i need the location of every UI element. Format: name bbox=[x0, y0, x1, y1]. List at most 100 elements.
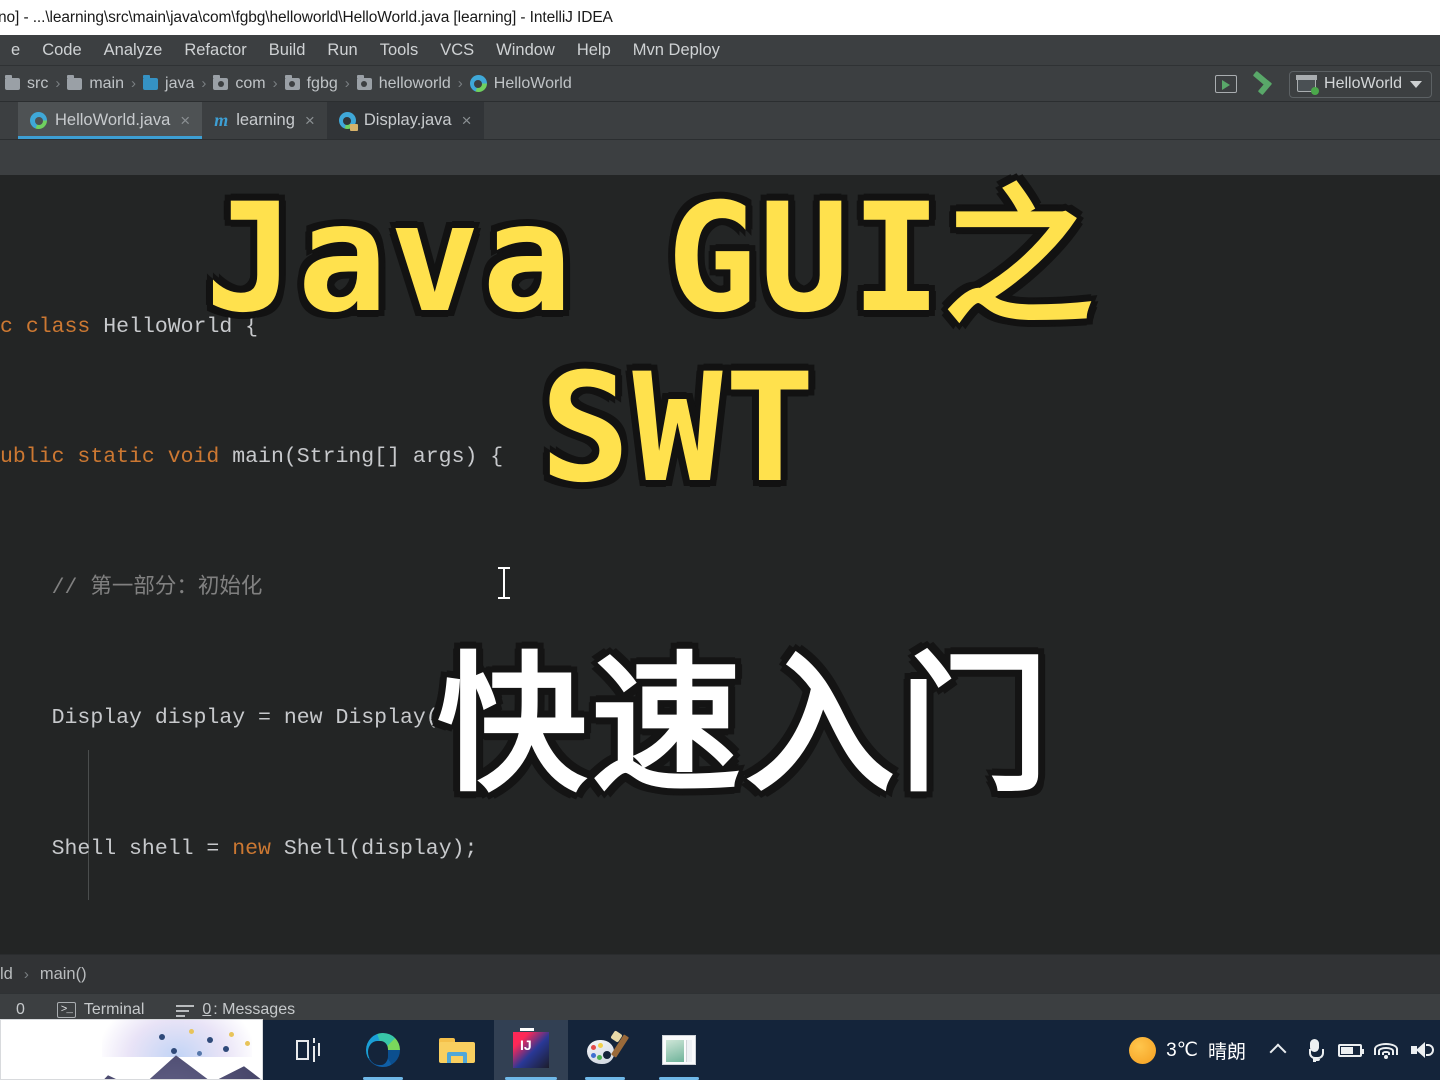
bottom-breadcrumb: ld › main() bbox=[0, 954, 1440, 993]
menu-item-help[interactable]: Help bbox=[566, 38, 622, 63]
weather-temperature: 3℃ bbox=[1166, 1039, 1198, 1061]
preview-glow bbox=[102, 1020, 252, 1057]
breadcrumb-label: main bbox=[89, 74, 125, 92]
breadcrumb-item-fgbg[interactable]: fgbg bbox=[280, 74, 343, 93]
taskbar-item-file-explorer[interactable] bbox=[420, 1020, 494, 1080]
code-line: Shell shell = new Shell(display); bbox=[51, 836, 478, 861]
paint-icon bbox=[587, 1030, 630, 1066]
navigation-bar: src › main › java › com › fgbg › hellowo… bbox=[0, 66, 1440, 102]
code-line: ublic static void main(String[] args) { bbox=[0, 445, 504, 469]
taskbar-icons bbox=[272, 1020, 716, 1080]
hammer-icon[interactable] bbox=[1251, 73, 1275, 95]
tab-label: HelloWorld.java bbox=[55, 111, 171, 129]
menu-item-analyze[interactable]: Analyze bbox=[93, 38, 174, 63]
tool-window-partial-label: 0 bbox=[16, 1001, 25, 1018]
breadcrumb-item-java[interactable]: java bbox=[138, 74, 199, 93]
tray-wifi[interactable] bbox=[1368, 1020, 1404, 1080]
folder-icon bbox=[67, 74, 83, 90]
breadcrumb-label: src bbox=[27, 74, 49, 92]
window-title-text: no] - ...\learning\src\main\java\com\fgb… bbox=[0, 8, 613, 26]
tab-label: Display.java bbox=[363, 111, 452, 129]
menu-item-file[interactable]: e bbox=[0, 38, 31, 63]
weather-widget[interactable]: 3℃ 晴朗 bbox=[1115, 1036, 1260, 1064]
run-config-label: HelloWorld bbox=[1324, 75, 1402, 92]
close-icon[interactable]: × bbox=[180, 111, 190, 131]
package-icon bbox=[284, 74, 300, 90]
intellij-window: e Code Analyze Refactor Build Run Tools … bbox=[0, 35, 1440, 1055]
tab-display-java[interactable]: Display.java × bbox=[326, 102, 484, 139]
menu-item-window[interactable]: Window bbox=[485, 38, 566, 63]
tab-learning[interactable]: m learning × bbox=[202, 102, 327, 139]
close-icon[interactable]: × bbox=[462, 111, 472, 131]
code-editor[interactable]: c class HelloWorld { ublic static void m… bbox=[0, 175, 1440, 954]
run-config-icon bbox=[1296, 75, 1320, 95]
tool-window-partial[interactable]: 0 bbox=[0, 1001, 41, 1019]
task-view-icon bbox=[296, 1038, 322, 1062]
taskbar-item-task-view[interactable] bbox=[272, 1020, 346, 1080]
code-line: // 第一部分：初始化 bbox=[51, 575, 263, 600]
breadcrumb-item-helloworld[interactable]: helloworld bbox=[352, 74, 456, 93]
folder-blue-icon bbox=[143, 74, 159, 90]
code-line: c class HelloWorld { bbox=[0, 314, 259, 339]
taskbar-item-edge[interactable] bbox=[346, 1020, 420, 1080]
package-icon bbox=[213, 74, 229, 90]
close-icon[interactable]: × bbox=[305, 111, 315, 131]
menu-item-run[interactable]: Run bbox=[316, 38, 368, 63]
speaker-icon bbox=[1411, 1041, 1434, 1059]
java-class-icon bbox=[30, 112, 47, 129]
tray-battery[interactable] bbox=[1332, 1020, 1368, 1080]
java-class-icon bbox=[469, 75, 487, 92]
breadcrumb-separator: › bbox=[201, 75, 207, 92]
maven-icon: m bbox=[214, 110, 229, 130]
bottom-breadcrumb-class[interactable]: ld bbox=[0, 965, 13, 984]
wifi-icon bbox=[1374, 1041, 1398, 1059]
menu-item-vcs[interactable]: VCS bbox=[429, 38, 485, 63]
tool-window-messages[interactable]: 0 : Messages bbox=[160, 1001, 311, 1019]
breadcrumb-item-com[interactable]: com bbox=[208, 74, 270, 93]
breadcrumb-item-class[interactable]: HelloWorld bbox=[465, 75, 577, 93]
taskbar-item-paint[interactable] bbox=[568, 1020, 642, 1080]
tray-icon-group bbox=[1260, 1020, 1440, 1080]
menu-item-code[interactable]: Code bbox=[31, 38, 92, 63]
tray-volume[interactable] bbox=[1404, 1020, 1440, 1080]
sun-icon bbox=[1129, 1036, 1157, 1064]
breadcrumb-separator: › bbox=[344, 75, 350, 92]
menu-item-build[interactable]: Build bbox=[258, 38, 317, 63]
tray-microphone[interactable] bbox=[1296, 1020, 1332, 1080]
window-preview-thumbnail[interactable] bbox=[0, 1019, 263, 1080]
breadcrumb-separator: › bbox=[55, 75, 61, 92]
menu-item-tools[interactable]: Tools bbox=[369, 38, 430, 63]
taskbar-item-window-app[interactable] bbox=[642, 1020, 716, 1080]
microphone-icon bbox=[1308, 1039, 1324, 1062]
toolbar-right: HelloWorld bbox=[1215, 66, 1432, 102]
chevron-up-icon bbox=[1269, 1043, 1287, 1061]
breadcrumb-item-main[interactable]: main bbox=[62, 74, 129, 93]
java-class-locked-icon bbox=[338, 112, 358, 131]
weather-condition: 晴朗 bbox=[1207, 1041, 1246, 1063]
breadcrumb-separator: › bbox=[457, 75, 463, 92]
tab-helloworld-java[interactable]: HelloWorld.java × bbox=[18, 102, 203, 139]
run-icon[interactable] bbox=[1215, 75, 1238, 93]
intellij-idea-icon bbox=[513, 1032, 549, 1068]
bottom-breadcrumb-method[interactable]: main() bbox=[40, 965, 87, 984]
tray-show-hidden[interactable] bbox=[1260, 1020, 1296, 1080]
taskbar-item-intellij[interactable] bbox=[494, 1020, 568, 1080]
messages-icon bbox=[176, 1004, 195, 1017]
system-tray: 3℃ 晴朗 bbox=[1115, 1020, 1440, 1080]
breadcrumb-item-src[interactable]: src bbox=[0, 74, 53, 93]
menu-item-refactor[interactable]: Refactor bbox=[173, 38, 257, 63]
breadcrumb-label: fgbg bbox=[306, 74, 338, 92]
folder-icon bbox=[5, 74, 20, 90]
menu-bar: e Code Analyze Refactor Build Run Tools … bbox=[0, 35, 1440, 66]
code-content: c class HelloWorld { ublic static void m… bbox=[0, 175, 1440, 954]
menu-item-mvn-deploy[interactable]: Mvn Deploy bbox=[622, 38, 731, 63]
run-configuration-selector[interactable]: HelloWorld bbox=[1289, 70, 1432, 98]
breadcrumb-separator: › bbox=[131, 75, 137, 92]
editor-tab-strip: HelloWorld.java × m learning × Display.j… bbox=[0, 102, 1440, 140]
breadcrumb-label: com bbox=[235, 74, 266, 92]
tool-window-terminal[interactable]: >_ Terminal bbox=[41, 1001, 160, 1019]
breadcrumb-separator: › bbox=[272, 75, 278, 92]
chevron-down-icon bbox=[1410, 80, 1422, 88]
package-icon bbox=[356, 74, 372, 90]
window-title-bar: no] - ...\learning\src\main\java\com\fgb… bbox=[0, 0, 1440, 35]
